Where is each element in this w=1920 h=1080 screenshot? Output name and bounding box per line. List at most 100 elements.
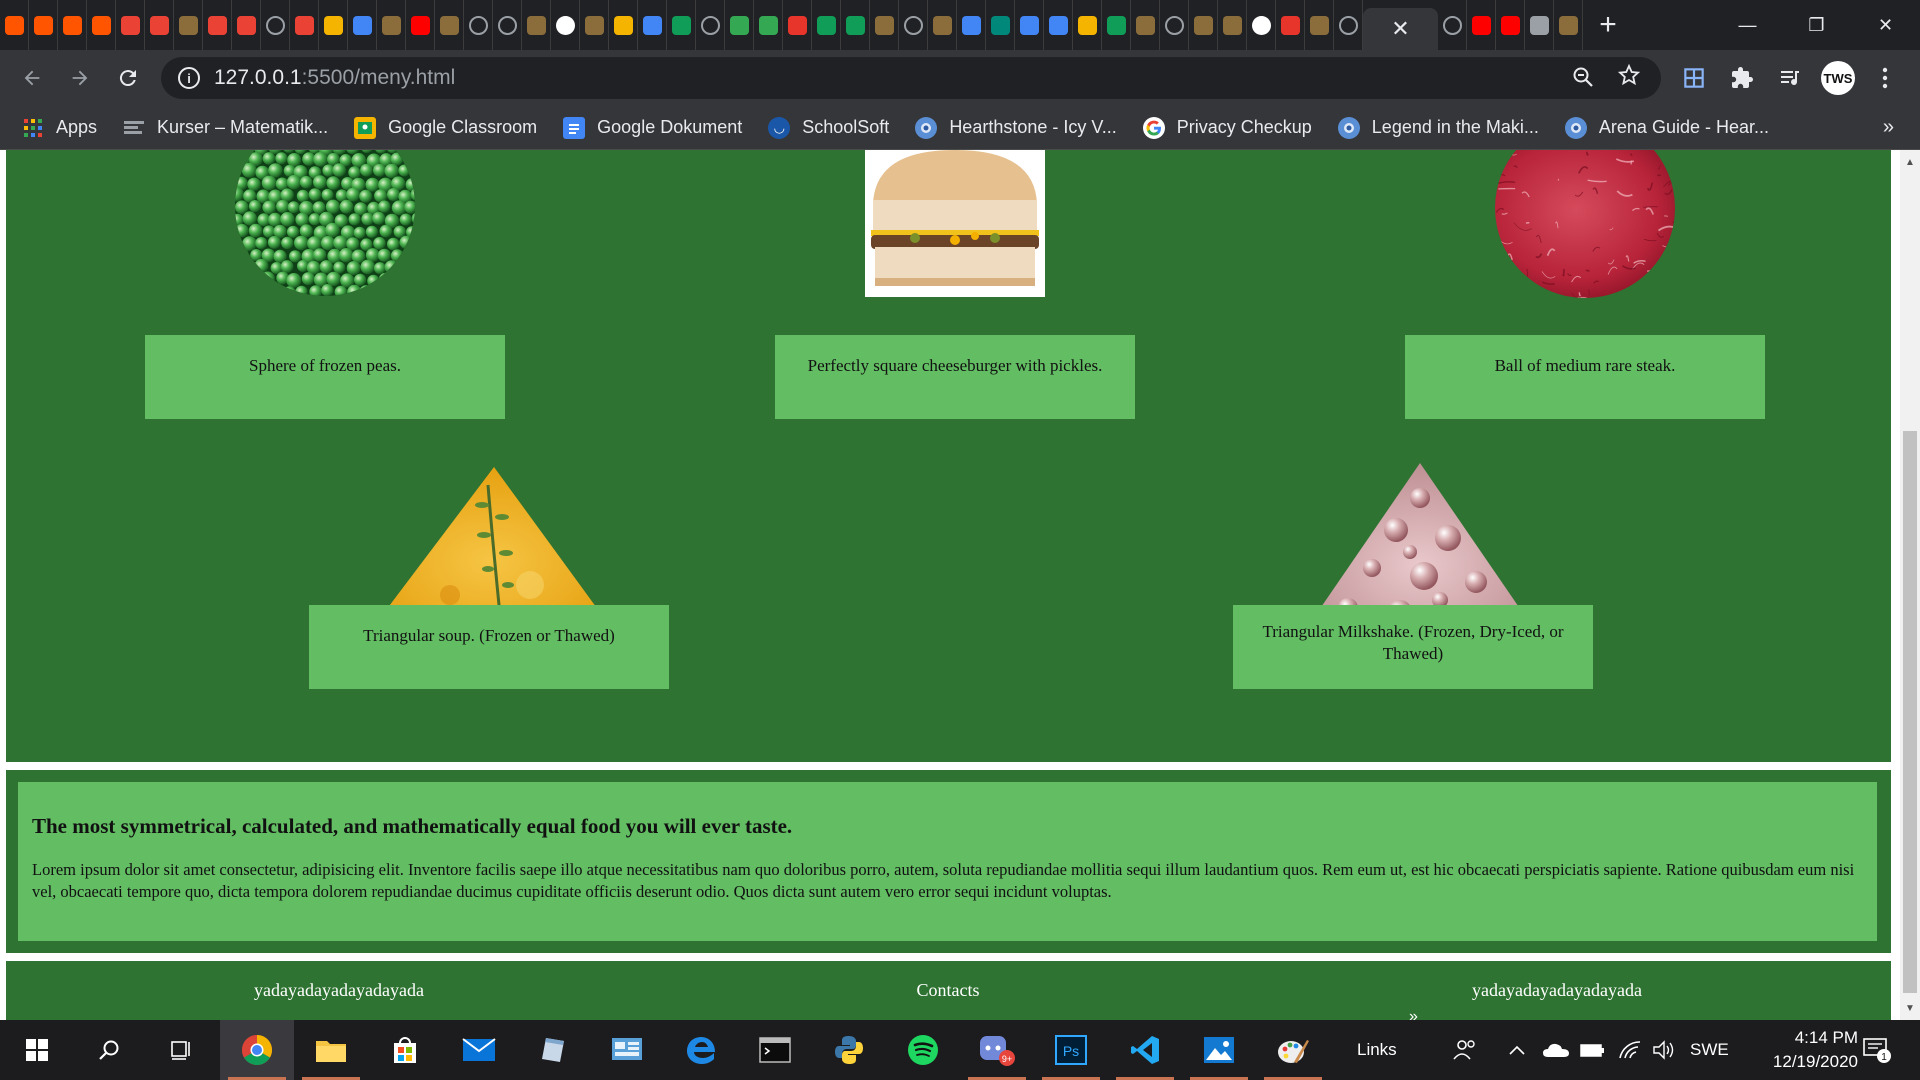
browser-tab[interactable] (841, 0, 870, 50)
browser-tab[interactable] (580, 0, 609, 50)
bookmark-item[interactable]: Hearthstone - Icy V... (915, 116, 1117, 139)
taskbar-notes[interactable] (516, 1020, 590, 1080)
browser-tab[interactable] (29, 0, 58, 50)
browser-tab[interactable] (1015, 0, 1044, 50)
reload-button[interactable] (104, 50, 152, 106)
browser-tab[interactable] (0, 0, 29, 50)
browser-tab[interactable] (1073, 0, 1102, 50)
bookmark-item[interactable]: Privacy Checkup (1142, 116, 1312, 139)
browser-tab[interactable] (754, 0, 783, 50)
browser-tab[interactable] (783, 0, 812, 50)
browser-tab[interactable] (1554, 0, 1583, 50)
links-chevron-icon[interactable]: » (1409, 1008, 1418, 1026)
back-button[interactable] (8, 50, 56, 106)
bookmark-item[interactable]: Google Dokument (563, 116, 742, 139)
browser-tab[interactable] (1438, 0, 1467, 50)
bookmark-star-icon[interactable] (1617, 63, 1641, 94)
profile-button[interactable]: TWS (1815, 50, 1861, 106)
taskbar-terminal[interactable] (738, 1020, 812, 1080)
browser-tab[interactable] (116, 0, 145, 50)
browser-tab[interactable] (667, 0, 696, 50)
puzzle-icon[interactable] (1719, 50, 1765, 106)
onedrive-icon[interactable] (1542, 1020, 1570, 1080)
browser-tab[interactable] (435, 0, 464, 50)
bookmark-item[interactable]: Google Classroom (354, 116, 537, 139)
extension-icon[interactable] (1671, 50, 1717, 106)
browser-tab[interactable] (522, 0, 551, 50)
browser-tab[interactable] (1044, 0, 1073, 50)
close-tab-icon[interactable]: ✕ (1391, 16, 1409, 42)
forward-button[interactable] (56, 50, 104, 106)
scrollbar-thumb[interactable] (1903, 431, 1917, 993)
browser-tab[interactable] (377, 0, 406, 50)
page-scrollbar[interactable]: ▲ ▼ (1900, 150, 1920, 1020)
browser-tab[interactable] (1218, 0, 1247, 50)
browser-tab[interactable] (870, 0, 899, 50)
browser-tab[interactable] (1247, 0, 1276, 50)
browser-tab[interactable] (174, 0, 203, 50)
browser-tab[interactable] (928, 0, 957, 50)
browser-tab[interactable] (348, 0, 377, 50)
taskbar-paint[interactable] (1256, 1020, 1330, 1080)
browser-tab[interactable] (1525, 0, 1554, 50)
footer-contacts-link[interactable]: Contacts (917, 980, 980, 1001)
taskbar-store[interactable] (368, 1020, 442, 1080)
restore-button[interactable]: ❐ (1782, 0, 1851, 50)
browser-tab[interactable] (1334, 0, 1363, 50)
taskbar-mail[interactable] (442, 1020, 516, 1080)
browser-tab[interactable] (319, 0, 348, 50)
browser-tab[interactable] (725, 0, 754, 50)
browser-tab[interactable] (406, 0, 435, 50)
taskbar-chrome[interactable] (220, 1020, 294, 1080)
taskbar-python[interactable] (812, 1020, 886, 1080)
browser-tab[interactable] (1131, 0, 1160, 50)
chevron-up-icon[interactable] (1508, 1020, 1526, 1080)
browser-tab[interactable] (464, 0, 493, 50)
taskbar-spotify[interactable] (886, 1020, 960, 1080)
browser-tab[interactable] (58, 0, 87, 50)
browser-tab[interactable] (1467, 0, 1496, 50)
zoom-icon[interactable] (1571, 65, 1595, 95)
browser-tab[interactable] (1102, 0, 1131, 50)
browser-tab[interactable] (1276, 0, 1305, 50)
browser-tab[interactable] (203, 0, 232, 50)
bookmark-item[interactable]: ◡ SchoolSoft (768, 116, 889, 139)
taskbar-photos[interactable] (1182, 1020, 1256, 1080)
browser-tab[interactable] (609, 0, 638, 50)
browser-tab[interactable] (986, 0, 1015, 50)
battery-icon[interactable] (1579, 1020, 1605, 1080)
browser-tab[interactable] (638, 0, 667, 50)
browser-tab[interactable] (1189, 0, 1218, 50)
task-view-button[interactable] (144, 1020, 218, 1080)
taskbar-edge[interactable] (664, 1020, 738, 1080)
browser-tab[interactable] (493, 0, 522, 50)
new-tab-button[interactable]: + (1583, 0, 1633, 50)
bookmark-item[interactable]: Arena Guide - Hear... (1564, 116, 1769, 139)
taskbar-vscode[interactable] (1108, 1020, 1182, 1080)
browser-tab[interactable] (551, 0, 580, 50)
site-info-icon[interactable]: i (178, 67, 200, 89)
scroll-up-icon[interactable]: ▲ (1900, 152, 1920, 172)
browser-tab[interactable] (1305, 0, 1334, 50)
url-text[interactable]: 127.0.0.1:5500/meny.html (214, 66, 455, 90)
search-button[interactable] (72, 1020, 146, 1080)
scroll-down-icon[interactable]: ▼ (1900, 998, 1920, 1018)
taskbar-discord[interactable]: 9+ (960, 1020, 1034, 1080)
people-icon[interactable] (1452, 1020, 1478, 1080)
notification-center-button[interactable]: 1 (1862, 1020, 1892, 1080)
minimize-button[interactable]: — (1713, 0, 1782, 50)
browser-tab[interactable] (145, 0, 174, 50)
bookmarks-overflow-button[interactable]: » (1883, 116, 1894, 139)
browser-tab[interactable] (232, 0, 261, 50)
browser-tab[interactable] (899, 0, 928, 50)
browser-tab[interactable] (812, 0, 841, 50)
wifi-icon[interactable] (1618, 1020, 1642, 1080)
volume-icon[interactable] (1652, 1020, 1676, 1080)
menu-kebab-icon[interactable] (1862, 50, 1908, 106)
taskbar-photoshop[interactable]: Ps (1034, 1020, 1108, 1080)
browser-tab[interactable] (290, 0, 319, 50)
start-button[interactable] (0, 1020, 74, 1080)
browser-tab[interactable] (696, 0, 725, 50)
bookmark-item[interactable]: Legend in the Maki... (1337, 116, 1539, 139)
browser-tab[interactable] (1160, 0, 1189, 50)
